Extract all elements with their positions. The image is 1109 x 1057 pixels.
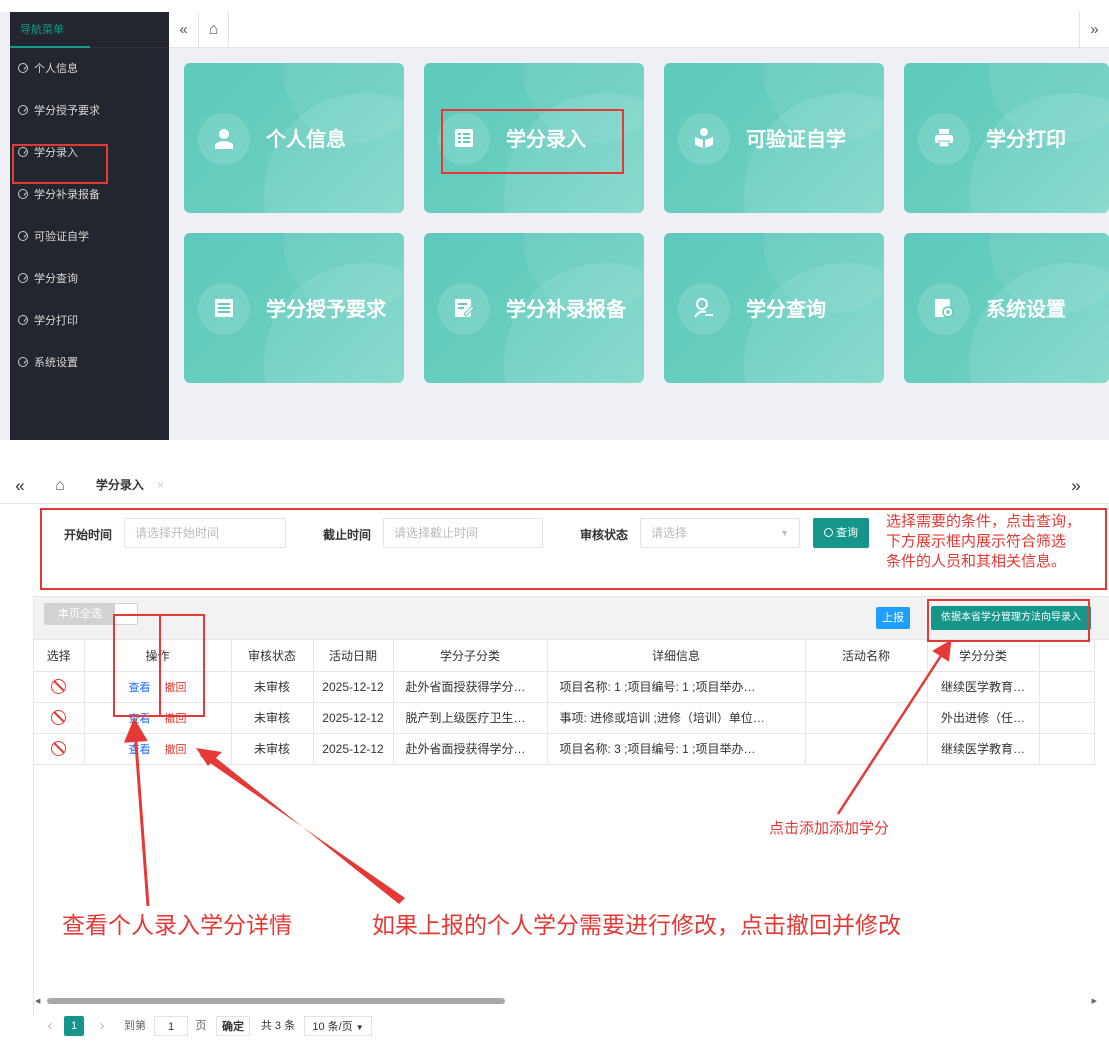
tile-label: 系统设置 (986, 299, 1066, 321)
sidebar-item-personal-info[interactable]: 个人信息 (10, 48, 169, 90)
prev-page-button[interactable]: ‹ (40, 1016, 60, 1036)
gauge-icon (18, 105, 28, 116)
user-icon (212, 127, 236, 151)
tile-settings[interactable]: 系统设置 (904, 233, 1109, 383)
next-page-button[interactable]: › (92, 1016, 112, 1036)
study-icon (692, 127, 716, 151)
annotation-arrows (123, 639, 952, 907)
dashboard-panel: 导航菜单 个人信息 学分授予要求 学分录入 学分补录报备 可验证自学 学分查询 … (0, 0, 1109, 440)
sidebar-item-label: 可验证自学 (34, 231, 89, 243)
gauge-icon (18, 315, 28, 326)
sidebar-title: 导航菜单 (10, 12, 169, 48)
highlight-tile-credit-entry (441, 109, 624, 174)
goto-label: 到第 (124, 1020, 146, 1032)
tab-bar: « ⌂ » (169, 12, 1109, 48)
tile-credit-requirements[interactable]: 学分授予要求 (184, 233, 404, 383)
gauge-icon (18, 189, 28, 200)
tile-verifiable-study[interactable]: 可验证自学 (664, 63, 884, 213)
tab-prev-button[interactable]: « (169, 12, 199, 47)
tile-label: 个人信息 (266, 129, 346, 151)
gauge-icon (18, 357, 28, 368)
sidebar-item-label: 个人信息 (34, 63, 78, 75)
sidebar-item-verifiable-study[interactable]: 可验证自学 (10, 216, 169, 258)
sidebar-item-credit-print[interactable]: 学分打印 (10, 300, 169, 342)
page-size-value: 10 条/页 (312, 1021, 353, 1033)
scrollbar-thumb[interactable] (47, 998, 505, 1004)
total-count: 共 3 条 (260, 1020, 296, 1032)
goto-page-input[interactable]: 1 (154, 1016, 188, 1036)
gauge-icon (18, 63, 28, 74)
tile-credit-print[interactable]: 学分打印 (904, 63, 1109, 213)
tab-next-button[interactable]: » (1079, 12, 1109, 47)
tile-label: 学分打印 (986, 129, 1066, 151)
sidebar: 导航菜单 个人信息 学分授予要求 学分录入 学分补录报备 可验证自学 学分查询 … (10, 12, 169, 440)
top-strip (0, 0, 1109, 12)
tile-label: 学分授予要求 (266, 299, 386, 321)
page-1-button[interactable]: 1 (64, 1016, 84, 1036)
tile-label: 学分查询 (746, 299, 826, 321)
page-unit-label: 页 (195, 1020, 207, 1032)
arrow-to-revoke-links-shaft (200, 750, 405, 904)
arrow-to-view-links (123, 718, 150, 907)
edit-icon (452, 297, 476, 321)
credit-entry-page: « ⌂ 学分录入 × » 开始时间 请选择开始时间 截止时间 请选择截止时间 审… (0, 468, 1109, 1057)
tile-credit-query[interactable]: 学分查询 (664, 233, 884, 383)
highlight-sidebar-credit-entry (12, 144, 108, 184)
tile-label: 学分补录报备 (506, 299, 626, 321)
sidebar-item-credit-query[interactable]: 学分查询 (10, 258, 169, 300)
tile-credit-supplement[interactable]: 学分补录报备 (424, 233, 644, 383)
sidebar-item-settings[interactable]: 系统设置 (10, 342, 169, 384)
home-icon[interactable]: ⌂ (199, 12, 229, 47)
arrow-to-import-button (836, 639, 952, 815)
scroll-left-icon[interactable]: ◀ (35, 997, 40, 1005)
search-user-icon (692, 297, 716, 321)
sidebar-item-label: 学分打印 (34, 315, 78, 327)
page-size-select[interactable]: 10 条/页 ▼ (304, 1016, 372, 1036)
sidebar-item-credit-requirements[interactable]: 学分授予要求 (10, 90, 169, 132)
sidebar-item-label: 学分查询 (34, 273, 78, 285)
printer-icon (932, 127, 956, 151)
horizontal-scrollbar[interactable]: ◀ ▶ (33, 996, 1109, 1006)
sidebar-item-label: 系统设置 (34, 357, 78, 369)
chevron-down-icon: ▼ (355, 1023, 364, 1032)
gauge-icon (18, 231, 28, 242)
confirm-button[interactable]: 确定 (216, 1016, 250, 1036)
tile-label: 可验证自学 (746, 129, 846, 151)
tile-personal-info[interactable]: 个人信息 (184, 63, 404, 213)
settings-icon (932, 297, 956, 321)
sidebar-item-label: 学分补录报备 (34, 189, 100, 201)
pagination: ‹ 1 › 到第 1 页 确定 共 3 条 10 条/页 ▼ (40, 1013, 540, 1039)
checklist-icon (212, 297, 236, 321)
scroll-right-icon[interactable]: ▶ (1092, 997, 1097, 1005)
sidebar-item-label: 学分授予要求 (34, 105, 100, 117)
gauge-icon (18, 273, 28, 284)
